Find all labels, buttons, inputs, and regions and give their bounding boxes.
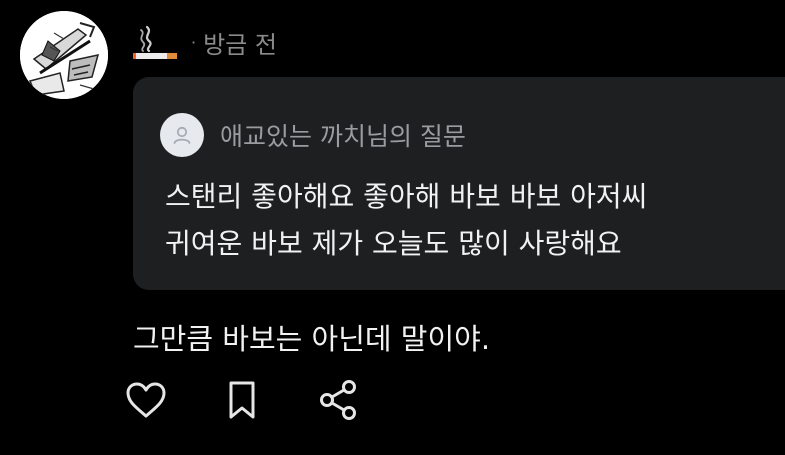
user-avatar-icon: [160, 113, 204, 157]
author-avatar[interactable]: [20, 11, 108, 99]
asker-name: 애교있는 까치님의 질문: [220, 122, 466, 151]
like-button[interactable]: [124, 378, 168, 422]
question-card[interactable]: 애교있는 까치님의 질문 스탠리 좋아해요 좋아해 바보 바보 아저씨 귀여운 …: [133, 77, 785, 290]
cigarette-icon: [133, 24, 179, 60]
header-separator: ·: [191, 32, 197, 52]
bookmark-button[interactable]: [220, 378, 264, 422]
question-text: 스탠리 좋아해요 좋아해 바보 바보 아저씨 귀여운 바보 제가 오늘도 많이 …: [165, 180, 648, 260]
post-timestamp: 방금 전: [203, 30, 277, 59]
share-icon: [320, 380, 356, 420]
post-header: · 방금 전: [133, 22, 277, 62]
bookmark-icon: [229, 381, 255, 419]
action-bar: [124, 378, 412, 422]
asker-row: 애교있는 까치님의 질문: [160, 113, 466, 157]
answer-text: 그만큼 바보는 아닌데 말이야.: [133, 322, 491, 356]
share-button[interactable]: [316, 378, 360, 422]
heart-icon: [126, 382, 166, 418]
